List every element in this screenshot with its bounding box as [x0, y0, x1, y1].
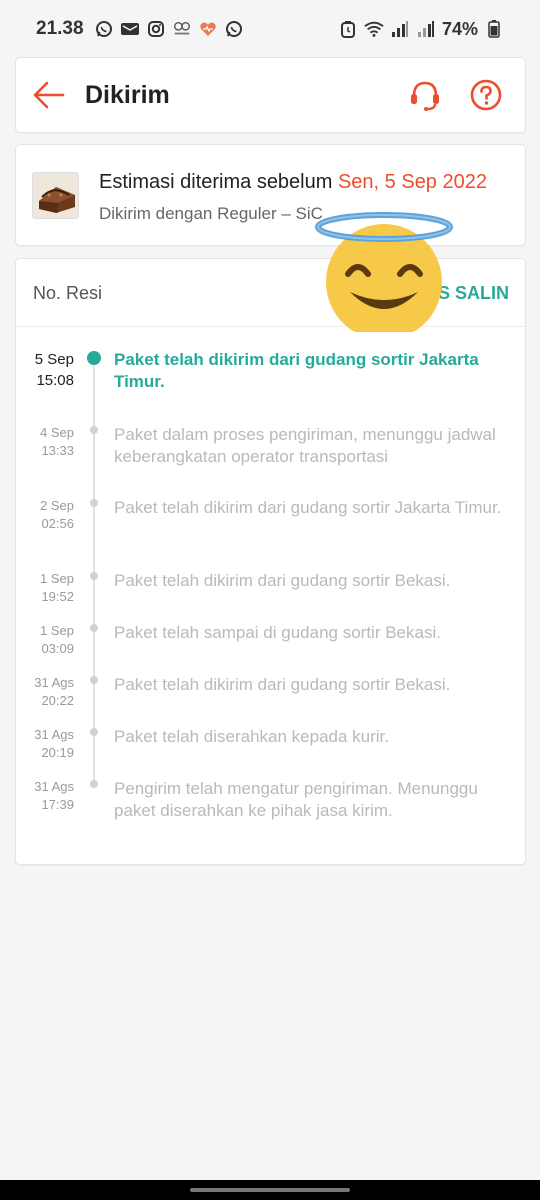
timeline-dot: [90, 728, 98, 736]
event-time: 03:09: [41, 641, 74, 656]
status-bar: 21.38 74%: [0, 0, 540, 58]
event-description: Paket dalam proses pengiriman, menunggu …: [114, 425, 496, 466]
system-nav-bar: [0, 1180, 540, 1200]
event-datetime: 31 Ags 20:22: [16, 674, 74, 710]
tracking-card: No. Resi S SALIN 5 Sep 15:08 Paket telah…: [16, 259, 525, 864]
timeline-dot: [87, 351, 101, 365]
surplus-icon: [172, 19, 192, 39]
tracking-number-label: No. Resi: [33, 283, 103, 303]
shipping-method: Dikirim dengan Reguler – SiC: [99, 204, 323, 223]
event-datetime: 1 Sep 03:09: [16, 622, 74, 658]
home-gesture-handle[interactable]: [190, 1188, 350, 1192]
timeline-dot: [90, 572, 98, 580]
event-time: 15:08: [36, 372, 74, 389]
app-header: Dikirim: [16, 58, 525, 132]
event-date: 31 Ags: [34, 675, 74, 690]
battery-icon: [484, 19, 504, 39]
event-date: 1 Sep: [40, 623, 74, 638]
timeline-dot: [90, 676, 98, 684]
whatsapp-icon: [224, 19, 244, 39]
event-datetime: 2 Sep 02:56: [16, 497, 74, 533]
customer-support-button[interactable]: [408, 78, 442, 112]
event-time: 20:19: [41, 745, 74, 760]
event-description: Paket telah dikirim dari gudang sortir B…: [114, 675, 451, 694]
timeline-dot: [90, 426, 98, 434]
signal-icon: [390, 19, 410, 39]
battery-percentage: 74%: [441, 18, 478, 39]
event-date: 4 Sep: [40, 425, 74, 440]
event-date: 2 Sep: [40, 498, 74, 513]
event-datetime: 4 Sep 13:33: [16, 424, 74, 460]
mail-icon: [120, 19, 140, 39]
alarm-icon: [338, 19, 358, 39]
event-time: 02:56: [41, 516, 74, 531]
event-description: Paket telah dikirim dari gudang sortir B…: [114, 571, 451, 590]
estimate-text: Estimasi diterima sebelum Sen, 5 Sep 202…: [99, 171, 487, 194]
whatsapp-icon: [94, 19, 114, 39]
event-description: Paket telah diserahkan kepada kurir.: [114, 727, 390, 746]
event-datetime: 5 Sep 15:08: [16, 349, 74, 391]
event-date: 5 Sep: [34, 351, 74, 368]
back-button[interactable]: [32, 80, 66, 110]
event-date: 31 Ags: [34, 779, 74, 794]
product-thumbnail: [32, 172, 79, 219]
help-button[interactable]: [469, 78, 503, 112]
status-time: 21.38: [36, 18, 84, 39]
event-time: 20:22: [41, 693, 74, 708]
halo-smiley-emoji-icon: [315, 212, 453, 332]
event-date: 31 Ags: [34, 727, 74, 742]
signal-icon: [416, 19, 436, 39]
estimate-prefix: Estimasi diterima sebelum: [99, 171, 338, 193]
arrow-left-icon: [33, 81, 65, 109]
event-datetime: 31 Ags 17:39: [16, 778, 74, 814]
headset-icon: [411, 81, 439, 111]
status-bar-left: 21.38: [36, 18, 244, 40]
health-icon: [198, 19, 218, 39]
event-datetime: 31 Ags 20:19: [16, 726, 74, 762]
event-date: 1 Sep: [40, 571, 74, 586]
event-time: 19:52: [41, 589, 74, 604]
event-description: Paket telah dikirim dari gudang sortir J…: [114, 498, 502, 517]
instagram-icon: [146, 19, 166, 39]
status-bar-right: 74%: [338, 19, 504, 40]
timeline-dot: [90, 780, 98, 788]
event-time: 13:33: [41, 443, 74, 458]
event-description: Paket telah dikirim dari gudang sortir J…: [114, 350, 479, 391]
event-datetime: 1 Sep 19:52: [16, 570, 74, 606]
event-description: Pengirim telah mengatur pengiriman. Menu…: [114, 779, 478, 820]
tracking-timeline: 5 Sep 15:08 Paket telah dikirim dari gud…: [16, 327, 525, 864]
wifi-icon: [364, 19, 384, 39]
page-title: Dikirim: [85, 81, 170, 109]
timeline-dot: [90, 624, 98, 632]
question-icon: [470, 79, 502, 111]
estimate-date: Sen, 5 Sep 2022: [337, 171, 487, 193]
event-time: 17:39: [41, 797, 74, 812]
timeline-dot: [90, 499, 98, 507]
event-description: Paket telah sampai di gudang sortir Beka…: [114, 623, 441, 642]
